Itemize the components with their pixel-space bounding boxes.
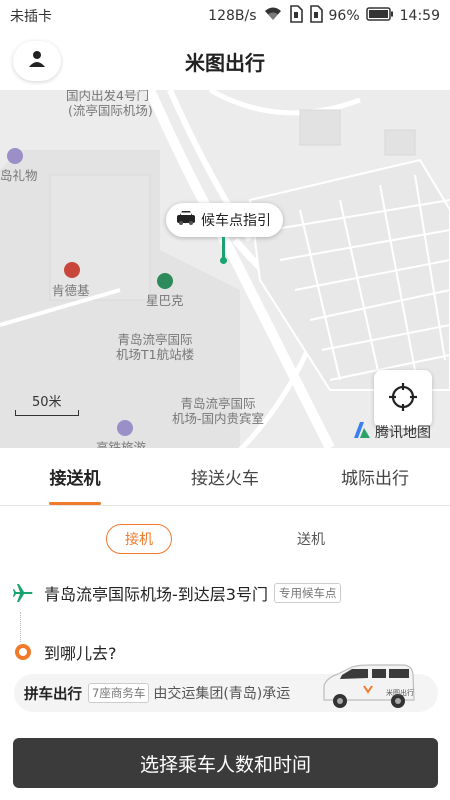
destination-placeholder: 到哪儿去? [44,644,117,663]
time-text: 14:59 [399,8,440,24]
map-label-kfc: 肯德基 [52,283,90,298]
battery-icon [365,7,394,25]
user-icon [28,50,46,72]
carrier-text: 未插卡 [10,9,52,25]
map-label-starbucks: 星巴克 [146,293,184,308]
sim-icon [289,5,303,27]
carpool-promo[interactable]: 拼车出行 7座商务车 由交运集团(青岛)承运 米图出行 [14,664,438,712]
crosshair-icon [387,381,419,417]
map-scale: 50米 [15,391,79,416]
map-label-gift-shop: 岛礼物 [0,168,38,183]
select-passengers-time-button[interactable]: 选择乘车人数和时间 [13,738,438,788]
sim-icon-2 [309,5,323,27]
van-brand-label: 米图出行 [386,689,414,697]
map-brand-text: 腾讯地图 [375,425,431,441]
shop-poi-icon[interactable] [7,148,23,164]
map-view[interactable]: 国内出发4号门 (流亭国际机场) 岛礼物 肯德基 星巴克 青岛流亭国际 机场T1… [0,90,450,448]
page-title: 米图出行 [185,50,265,75]
promo-title: 拼车出行 [24,686,82,703]
route-origin[interactable]: 青岛流亭国际机场-到达层3号门 专用候车点 [12,578,438,608]
airplane-icon [12,583,34,603]
map-label-vip: 青岛流亭国际 机场-国内贵宾室 [172,396,265,426]
service-tabs: 接送机 接送火车 城际出行 [0,448,450,506]
subtab-pickup[interactable]: 接机 [106,524,172,554]
net-speed: 128B/s [208,8,257,24]
map-label-bottom: 高铁旅游 [96,440,147,448]
user-profile-button[interactable] [13,41,61,81]
origin-text: 青岛流亭国际机场-到达层3号门 [44,585,268,604]
tencent-map-logo-icon [352,420,372,444]
pickup-bubble-label: 候车点指引 [201,213,271,229]
app-header: 米图出行 [0,32,450,90]
map-label-departure-sub: (流亭国际机场) [68,103,153,118]
promo-tag: 7座商务车 [88,683,150,703]
subtabs: 接机 送机 [0,520,450,560]
promo-text: 由交运集团(青岛)承运 [153,686,291,702]
battery-text: 96% [328,8,360,24]
map-brand: 腾讯地图 [352,420,431,444]
status-right: 128B/s 96% 14:59 [208,5,440,27]
starbucks-poi-icon[interactable] [157,273,173,289]
car-icon [176,210,196,230]
destination-dot-icon [15,644,31,660]
tab-intercity[interactable]: 城际出行 [300,448,450,505]
tab-train[interactable]: 接送火车 [150,448,300,505]
pickup-point-guide-button[interactable]: 候车点指引 [166,203,283,237]
scale-bar [15,410,79,416]
origin-tag: 专用候车点 [273,583,342,603]
subtab-dropoff[interactable]: 送机 [283,524,339,554]
scale-label: 50米 [32,395,62,410]
wifi-icon [263,6,283,26]
kfc-poi-icon[interactable] [64,262,80,278]
tab-airport[interactable]: 接送机 [0,448,150,505]
status-bar: 未插卡 128B/s 96% 14:59 [0,0,450,32]
map-label-terminal: 青岛流亭国际 机场T1航站楼 [116,332,195,362]
pickup-pin-icon [220,237,227,264]
travel-poi-icon[interactable] [117,420,133,436]
map-label-departure: 国内出发4号门 [66,90,149,103]
